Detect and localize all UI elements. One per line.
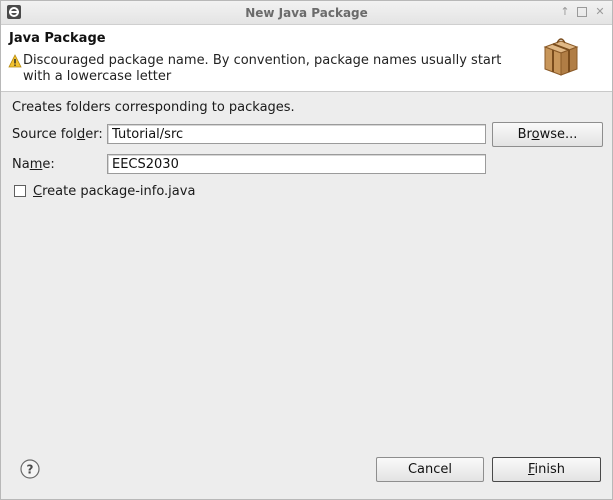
package-name-input[interactable] [107,154,486,174]
finish-button[interactable]: Finish [492,457,601,482]
page-description: Creates folders corresponding to package… [12,100,295,115]
header-message: Discouraged package name. By convention,… [23,53,502,84]
cancel-button[interactable]: Cancel [376,457,484,482]
package-info-checkbox[interactable] [14,185,26,197]
title-bar[interactable]: New Java Package ↑ ✕ [1,1,612,25]
new-java-package-dialog: New Java Package ↑ ✕ Java Package Discou… [0,0,613,500]
svg-text:?: ? [27,463,34,477]
name-label: Name: [12,157,55,172]
source-folder-input[interactable] [107,124,486,144]
browse-button[interactable]: Browse... [492,122,603,147]
restore-icon[interactable]: ↑ [557,4,573,20]
help-icon[interactable]: ? [20,459,40,479]
close-icon[interactable]: ✕ [592,4,608,20]
package-icon [543,38,579,76]
maximize-icon[interactable] [574,4,590,20]
page-title: Java Package [9,31,106,46]
window-title: New Java Package [245,6,368,20]
source-folder-label: Source folder: [12,127,103,142]
warning-icon [8,54,22,68]
wizard-header: Java Package Discouraged package name. B… [1,25,612,92]
package-info-label[interactable]: Create package-info.java [33,184,195,199]
